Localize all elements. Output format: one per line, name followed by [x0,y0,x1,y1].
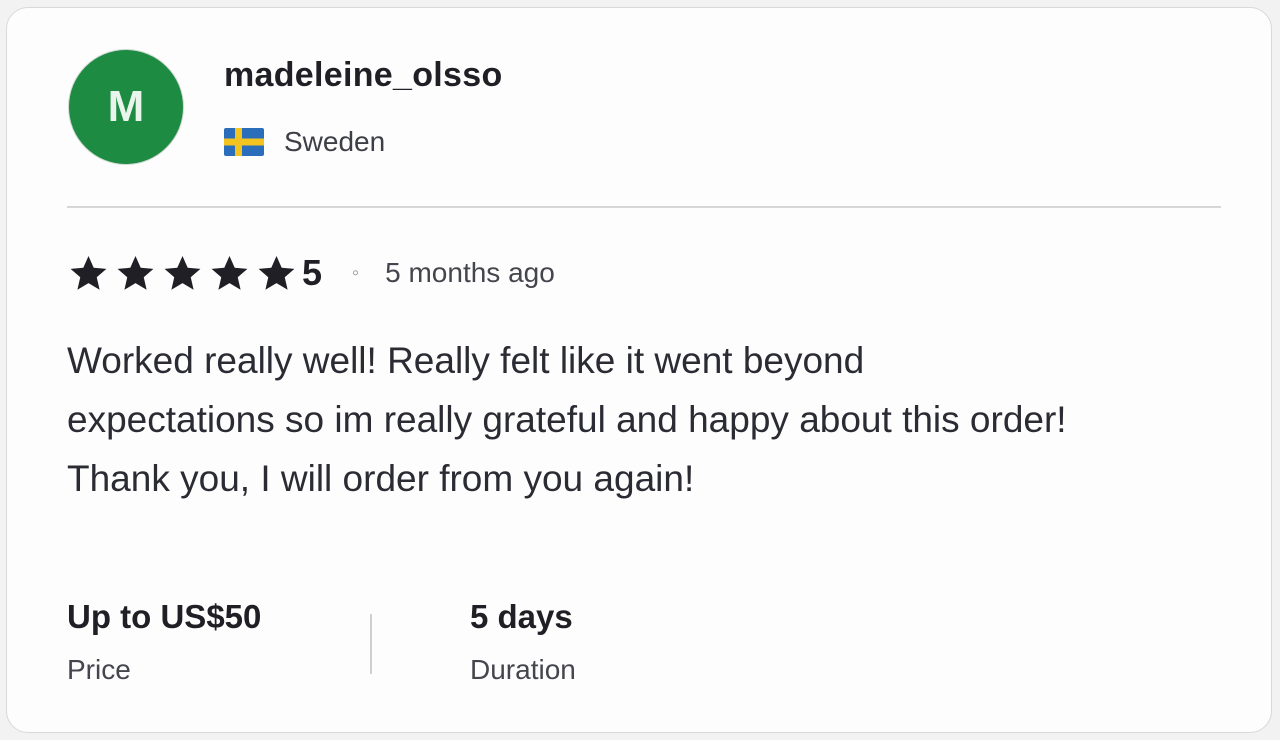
avatar-initial: M [107,82,145,131]
duration-label: Duration [470,654,576,685]
price-value: Up to US$50 [67,598,262,635]
header-divider [67,206,1221,208]
stat-divider [370,614,372,674]
star-icon [164,255,201,290]
sweden-flag-icon [224,128,264,156]
star-icon [117,255,154,290]
review-card: M madeleine_olsso Sweden 5 ◦ 5 months ag… [6,7,1272,733]
rating-row: 5 ◦ 5 months ago [67,251,555,295]
avatar[interactable]: M [69,50,183,164]
reviewer-country-row: Sweden [224,126,385,158]
review-text: Worked really well! Really felt like it … [67,340,1067,499]
price-label: Price [67,654,131,685]
separator-dot: ◦ [352,261,360,284]
star-icon [211,255,248,290]
reviewer-username[interactable]: madeleine_olsso [224,56,503,95]
duration-value: 5 days [470,598,573,635]
star-rating [67,252,298,295]
review-timestamp: 5 months ago [385,257,555,288]
rating-value: 5 [302,252,323,293]
star-icon [70,255,107,290]
star-icon [258,255,295,290]
price-stat: Up to US$50 Price [67,598,261,686]
duration-stat: 5 days Duration [470,598,576,686]
reviewer-country: Sweden [284,126,386,157]
